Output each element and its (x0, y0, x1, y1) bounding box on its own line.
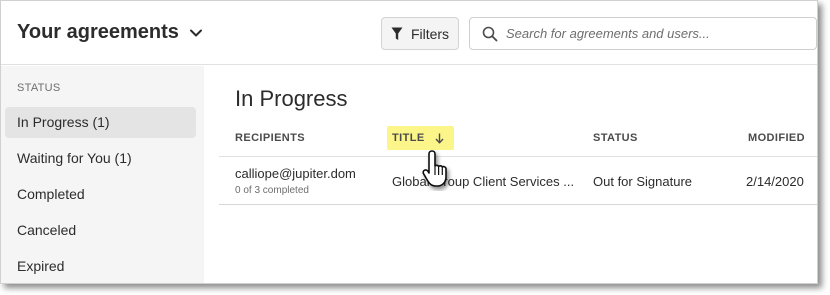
main-content: In Progress RECIPIENTS TITLE STATUS MODI… (204, 66, 817, 283)
search-input[interactable] (506, 26, 806, 41)
column-header-modified[interactable]: MODIFIED (748, 132, 805, 144)
chevron-down-icon (189, 29, 202, 36)
sidebar-item-completed[interactable]: Completed (5, 179, 196, 210)
sidebar-item-waiting-for-you[interactable]: Waiting for You (1) (5, 143, 196, 174)
sidebar-item-canceled[interactable]: Canceled (5, 215, 196, 246)
row-status: Out for Signature (593, 174, 692, 189)
row-recipient: calliope@jupiter.dom (235, 166, 356, 181)
column-header-status[interactable]: STATUS (593, 132, 638, 144)
sidebar-item-expired[interactable]: Expired (5, 251, 196, 282)
filter-icon (391, 27, 403, 40)
app-window: Your agreements Filters STATUS In Progre… (0, 0, 818, 284)
row-title: Global Group Client Services ... (392, 174, 575, 189)
row-progress: 0 of 3 completed (235, 185, 309, 196)
sidebar-section-label: STATUS (17, 82, 61, 94)
row-modified: 2/14/2020 (746, 174, 804, 189)
sidebar-item-in-progress[interactable]: In Progress (1) (5, 107, 196, 138)
agreements-dropdown[interactable]: Your agreements (17, 21, 203, 44)
column-header-title-label: TITLE (392, 132, 425, 144)
column-header-recipients[interactable]: RECIPIENTS (235, 132, 305, 144)
filters-button[interactable]: Filters (381, 17, 459, 50)
filters-label: Filters (410, 25, 450, 42)
search-box[interactable] (469, 17, 817, 50)
column-header-title[interactable]: TITLE (392, 132, 444, 144)
table-row[interactable]: calliope@jupiter.dom 0 of 3 completed Gl… (219, 157, 817, 205)
search-icon (482, 26, 498, 41)
section-heading: In Progress (235, 86, 348, 111)
hand-pointer-cursor-icon (422, 150, 447, 187)
page-title: Your agreements (17, 21, 179, 43)
status-sidebar: STATUS In Progress (1) Waiting for You (… (1, 66, 204, 283)
sort-down-arrow-icon (435, 133, 444, 143)
top-header: Your agreements Filters (1, 1, 817, 65)
